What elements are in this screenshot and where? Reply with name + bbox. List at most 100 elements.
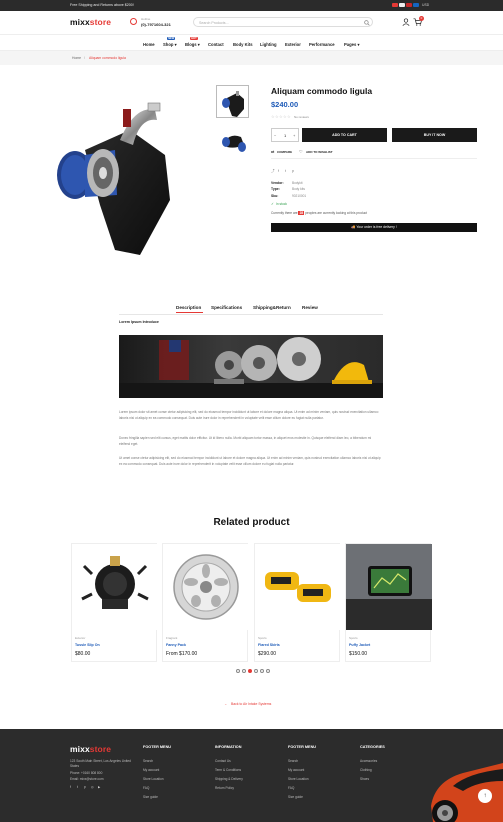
footer-logo[interactable]: mixxstore xyxy=(70,744,111,754)
footer-link[interactable]: Store Location xyxy=(143,777,164,781)
product-card-name[interactable]: Flared Skirts xyxy=(258,643,280,647)
quantity-value[interactable]: 1 xyxy=(284,133,286,138)
instagram-icon[interactable]: ◎ xyxy=(91,785,94,789)
product-card-name[interactable]: Tussle Slip On xyxy=(75,643,100,647)
vendor-label: Vendor: xyxy=(271,181,284,185)
product-thumbnail[interactable] xyxy=(216,85,249,118)
product-card[interactable]: Sports Flared Skirts $290.00 xyxy=(254,543,341,662)
carousel-dot[interactable] xyxy=(254,669,258,673)
add-to-cart-button[interactable]: ADD TO CART xyxy=(302,128,387,142)
flag-icon[interactable] xyxy=(413,3,419,7)
carousel-dot[interactable] xyxy=(266,669,270,673)
footer-link[interactable]: FAQ xyxy=(288,786,294,790)
carousel-dot-active[interactable] xyxy=(248,669,252,673)
flag-icon[interactable] xyxy=(399,3,405,7)
nav-item-contact[interactable]: Contact xyxy=(208,42,224,47)
sku-value: 90210001 xyxy=(292,194,307,198)
product-main-image[interactable] xyxy=(45,95,205,255)
carousel-dot[interactable] xyxy=(236,669,240,673)
footer-link[interactable]: Clothing xyxy=(360,768,372,772)
vendor-value[interactable]: Bodykit xyxy=(292,181,302,185)
tab-shipping-return[interactable]: Shipping&Return xyxy=(253,305,291,310)
search-icon[interactable] xyxy=(364,20,370,26)
product-card-image[interactable] xyxy=(72,544,158,630)
product-card-image[interactable] xyxy=(255,544,341,630)
footer-link[interactable]: Size guide xyxy=(288,795,303,799)
product-card-image[interactable] xyxy=(346,544,432,630)
user-icon[interactable] xyxy=(402,18,410,26)
twitter-icon[interactable]: t xyxy=(285,169,286,173)
footer-link[interactable]: Shipping & Delivery xyxy=(215,777,243,781)
footer-link[interactable]: Shoes xyxy=(360,777,369,781)
hotline-number[interactable]: (0)-7971604-321 xyxy=(141,22,171,27)
currency-selector[interactable]: USD xyxy=(422,3,429,7)
plus-icon[interactable]: + xyxy=(293,133,295,138)
logo-accent-text: store xyxy=(89,17,112,27)
minus-icon[interactable]: − xyxy=(274,133,276,138)
product-card-category[interactable]: Exterior xyxy=(75,636,85,640)
footer-link[interactable]: Store Location xyxy=(288,777,309,781)
nav-item-exterior[interactable]: Exterior xyxy=(285,42,301,47)
product-card-category[interactable]: Fragrant xyxy=(166,636,177,640)
footer-link[interactable]: Contact Us xyxy=(215,759,231,763)
tab-description[interactable]: Description xyxy=(176,305,201,310)
nav-item-blogs[interactable]: Blogs ▾ HOT xyxy=(185,36,200,47)
nav-item-performance[interactable]: Performance xyxy=(309,42,335,47)
type-value[interactable]: Body kits xyxy=(292,187,305,191)
back-to-collection-link[interactable]: Back to Air Intake Systems xyxy=(231,702,271,706)
footer-link[interactable]: Return Policy xyxy=(215,786,234,790)
nav-item-lighting[interactable]: Lighting xyxy=(260,42,277,47)
back-to-top-button[interactable]: ↑ xyxy=(478,789,492,803)
carousel-dot[interactable] xyxy=(242,669,246,673)
search-placeholder: Search Products... xyxy=(199,20,229,25)
share-icon[interactable]: ⤴ xyxy=(271,169,275,174)
product-thumbnail[interactable] xyxy=(216,124,249,157)
product-card-category[interactable]: Sports xyxy=(349,636,358,640)
buy-now-button[interactable]: BUY IT NOW xyxy=(392,128,477,142)
footer-link[interactable]: Term & Conditions xyxy=(215,768,241,772)
product-card[interactable]: Exterior Tussle Slip On $80.00 xyxy=(71,543,158,662)
nav-item-pages[interactable]: Pages ▾ xyxy=(344,42,360,47)
facebook-icon[interactable]: f xyxy=(278,169,279,173)
product-card[interactable]: Fragrant Fanny Pack From $170.00 xyxy=(162,543,249,662)
description-heading: Lorem Ipsum Introduce xyxy=(119,320,159,324)
wishlist-link[interactable]: ADD TO WISHLIST xyxy=(306,150,333,154)
nav-item-home[interactable]: Home xyxy=(143,42,155,47)
footer-link[interactable]: My account xyxy=(143,768,159,772)
twitter-icon[interactable]: t xyxy=(77,785,78,789)
pinterest-icon[interactable]: p xyxy=(292,169,294,173)
nav-item-shop[interactable]: Shop ▾ NEW xyxy=(163,36,177,47)
heart-icon: ♡ xyxy=(299,149,303,154)
hot-badge: HOT xyxy=(190,36,198,41)
flag-icon[interactable] xyxy=(392,3,398,7)
footer-link[interactable]: Accessories xyxy=(360,759,377,763)
footer-link[interactable]: FAQ xyxy=(143,786,149,790)
tab-review[interactable]: Review xyxy=(302,305,318,310)
breadcrumb-home[interactable]: Home xyxy=(72,56,81,60)
reviews-count[interactable]: No reviews xyxy=(294,115,309,119)
product-card[interactable]: Sports Puffy Jacket $150.00 xyxy=(345,543,432,662)
footer-column-title: CATEGORIES xyxy=(360,745,385,749)
footer-link[interactable]: My account xyxy=(288,768,304,772)
footer-link[interactable]: Size guide xyxy=(143,795,158,799)
footer-link[interactable]: Search xyxy=(288,759,298,763)
nav-item-body-kits[interactable]: Body Kits xyxy=(233,42,253,47)
footer-link[interactable]: Search xyxy=(143,759,153,763)
search-input[interactable]: Search Products... xyxy=(193,17,373,27)
compare-link[interactable]: COMPARE xyxy=(277,150,292,154)
facebook-icon[interactable]: f xyxy=(70,785,71,789)
product-card-name[interactable]: Fanny Pack xyxy=(166,643,186,647)
footer-email[interactable]: Email: mixx@store.com xyxy=(70,777,104,781)
product-card-category[interactable]: Sports xyxy=(258,636,267,640)
youtube-icon[interactable]: ▶ xyxy=(98,785,100,789)
flag-icon[interactable] xyxy=(406,3,412,7)
product-card-image[interactable] xyxy=(163,544,249,630)
quantity-stepper[interactable]: − 1 + xyxy=(271,128,299,142)
product-card-name[interactable]: Puffy Jacket xyxy=(349,643,370,647)
nav-item-label: Shop xyxy=(163,41,174,47)
site-logo[interactable]: mixxstore xyxy=(70,17,111,27)
tab-specifications[interactable]: Specifications xyxy=(211,305,242,310)
pinterest-icon[interactable]: p xyxy=(84,785,86,789)
viewers-suffix: peoples are currently looking at this pr… xyxy=(305,211,367,215)
carousel-dot[interactable] xyxy=(260,669,264,673)
